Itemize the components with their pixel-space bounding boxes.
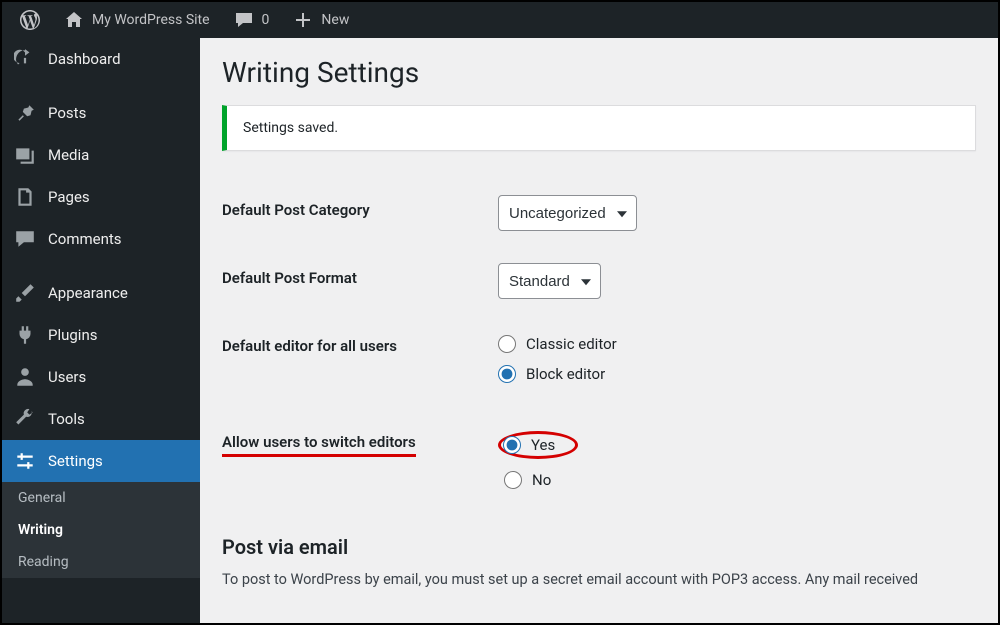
plus-icon: [293, 10, 313, 30]
sidebar-label: Plugins: [48, 326, 97, 344]
row-default-post-category: Default Post Category Uncategorized: [222, 179, 976, 247]
site-name: My WordPress Site: [92, 12, 210, 28]
row-default-editor: Default editor for all users Classic edi…: [222, 315, 976, 411]
comments-link[interactable]: 0: [224, 2, 280, 38]
user-icon: [14, 366, 36, 388]
plugin-icon: [14, 324, 36, 346]
sidebar-label: Posts: [48, 104, 86, 122]
brush-icon: [14, 282, 36, 304]
pin-icon: [14, 102, 36, 124]
sidebar-item-media[interactable]: Media: [2, 134, 200, 176]
wordpress-logo[interactable]: [10, 2, 50, 38]
radio-label-no: No: [532, 471, 551, 489]
label-allow-switch: Allow users to switch editors: [222, 433, 416, 457]
sliders-icon: [14, 450, 36, 472]
sidebar-label: Users: [48, 368, 86, 386]
media-icon: [14, 144, 36, 166]
select-default-post-format[interactable]: Standard: [498, 263, 601, 299]
sidebar-label: Settings: [48, 452, 103, 470]
dashboard-icon: [14, 48, 36, 70]
new-label: New: [321, 12, 349, 28]
sidebar-item-settings[interactable]: Settings: [2, 440, 200, 482]
label-default-post-format: Default Post Format: [222, 263, 498, 287]
site-name-link[interactable]: My WordPress Site: [54, 2, 220, 38]
submenu-item-writing[interactable]: Writing: [2, 514, 200, 546]
comment-icon: [14, 228, 36, 250]
radio-classic-editor[interactable]: [498, 335, 516, 353]
wordpress-icon: [20, 10, 40, 30]
comments-icon: [234, 10, 254, 30]
sidebar-item-pages[interactable]: Pages: [2, 176, 200, 218]
admin-sidebar: Dashboard Posts Media Pages Comments: [2, 38, 200, 623]
sidebar-label: Tools: [48, 410, 85, 428]
current-marker: [200, 451, 210, 471]
sidebar-label: Pages: [48, 188, 90, 206]
comments-count: 0: [262, 12, 270, 28]
sidebar-item-plugins[interactable]: Plugins: [2, 314, 200, 356]
new-content-link[interactable]: New: [283, 2, 359, 38]
pages-icon: [14, 186, 36, 208]
wrench-icon: [14, 408, 36, 430]
row-allow-switch: Allow users to switch editors Yes No: [222, 411, 976, 517]
notice-text: Settings saved.: [243, 120, 338, 136]
sidebar-label: Comments: [48, 230, 122, 248]
radio-switch-no[interactable]: [504, 471, 522, 489]
sidebar-item-posts[interactable]: Posts: [2, 92, 200, 134]
sidebar-item-dashboard[interactable]: Dashboard: [2, 38, 200, 80]
submenu-item-general[interactable]: General: [2, 482, 200, 514]
sidebar-item-users[interactable]: Users: [2, 356, 200, 398]
label-default-editor: Default editor for all users: [222, 331, 498, 355]
sidebar-label: Media: [48, 146, 89, 164]
sidebar-item-comments[interactable]: Comments: [2, 218, 200, 260]
row-default-post-format: Default Post Format Standard: [222, 247, 976, 315]
admin-bar: My WordPress Site 0 New: [2, 2, 998, 38]
radio-label-block: Block editor: [526, 365, 605, 383]
highlight-ring: Yes: [498, 431, 578, 459]
radio-switch-yes[interactable]: [503, 436, 521, 454]
page-title: Writing Settings: [222, 56, 976, 89]
home-icon: [64, 10, 84, 30]
settings-saved-notice: Settings saved.: [222, 105, 976, 151]
sidebar-item-tools[interactable]: Tools: [2, 398, 200, 440]
post-via-email-heading: Post via email: [222, 535, 976, 559]
sidebar-label: Dashboard: [48, 50, 121, 68]
radio-label-yes: Yes: [531, 436, 555, 454]
radio-label-classic: Classic editor: [526, 335, 617, 353]
select-default-post-category[interactable]: Uncategorized: [498, 195, 637, 231]
post-via-email-desc: To post to WordPress by email, you must …: [222, 571, 976, 588]
content-area: Writing Settings Settings saved. Default…: [200, 38, 998, 623]
radio-block-editor[interactable]: [498, 365, 516, 383]
submenu-item-reading[interactable]: Reading: [2, 546, 200, 578]
sidebar-label: Appearance: [48, 284, 128, 302]
sidebar-item-appearance[interactable]: Appearance: [2, 272, 200, 314]
settings-submenu: General Writing Reading: [2, 482, 200, 578]
label-default-post-category: Default Post Category: [222, 195, 498, 219]
